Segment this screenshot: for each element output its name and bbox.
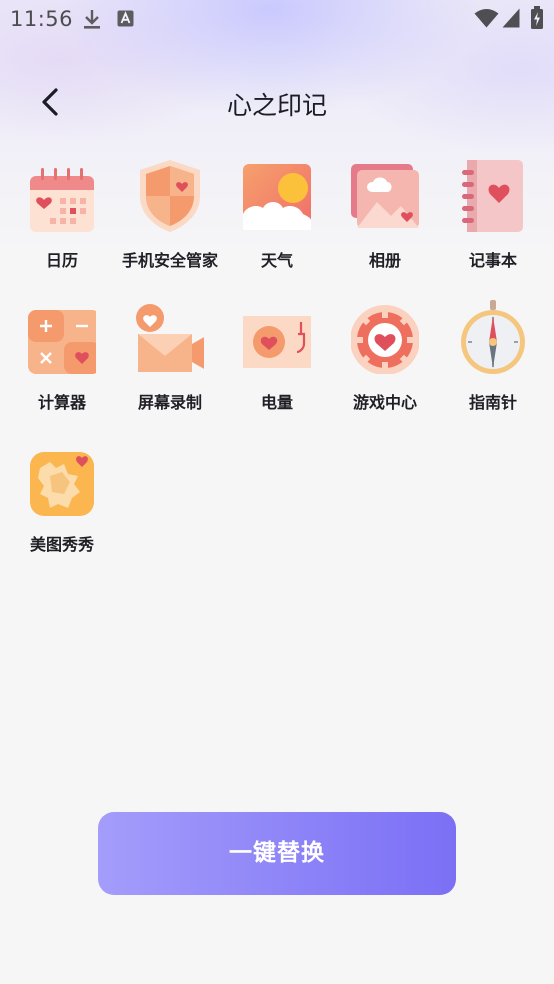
shield-icon xyxy=(140,160,200,232)
keyboard-a-icon xyxy=(117,10,134,27)
battery-charging-icon xyxy=(531,6,543,29)
game-center-icon xyxy=(351,305,419,374)
app-item-notebook[interactable]: 记事本 xyxy=(438,152,548,278)
app-item-gallery[interactable]: 相册 xyxy=(330,152,440,278)
app-label: 指南针 xyxy=(468,393,517,412)
cell-signal-icon xyxy=(502,8,520,28)
notebook-icon xyxy=(462,160,523,232)
app-item-calendar[interactable]: 日历 xyxy=(7,152,117,278)
app-label: 记事本 xyxy=(468,251,517,270)
app-item-meitu[interactable]: 美图秀秀 xyxy=(7,436,117,562)
compass-icon xyxy=(461,300,525,374)
meitu-icon xyxy=(30,452,94,516)
status-time: 11:56 xyxy=(10,7,74,31)
app-item-game-center[interactable]: 游戏中心 xyxy=(330,294,440,420)
app-label: 美图秀秀 xyxy=(29,535,94,554)
weather-icon xyxy=(243,164,311,230)
wifi-icon xyxy=(474,9,499,28)
app-item-battery[interactable]: 电量 xyxy=(222,294,332,420)
gallery-icon xyxy=(351,164,419,228)
app-item-calculator[interactable]: 计算器 xyxy=(7,294,117,420)
app-item-compass[interactable]: 指南针 xyxy=(438,294,548,420)
download-icon xyxy=(84,10,100,29)
apply-all-button[interactable]: 一键替换 xyxy=(98,812,456,895)
screen-record-icon xyxy=(136,304,204,372)
status-bar: 11:56 xyxy=(0,0,554,38)
app-item-security[interactable]: 手机安全管家 xyxy=(115,152,225,278)
page-header: 心之印记 xyxy=(0,72,554,132)
calculator-icon xyxy=(28,310,96,374)
battery-icon xyxy=(243,316,311,368)
app-item-weather[interactable]: 天气 xyxy=(222,152,332,278)
app-item-screen-record[interactable]: 屏幕录制 xyxy=(115,294,225,420)
page-title: 心之印记 xyxy=(226,91,327,120)
calendar-icon xyxy=(30,168,94,232)
